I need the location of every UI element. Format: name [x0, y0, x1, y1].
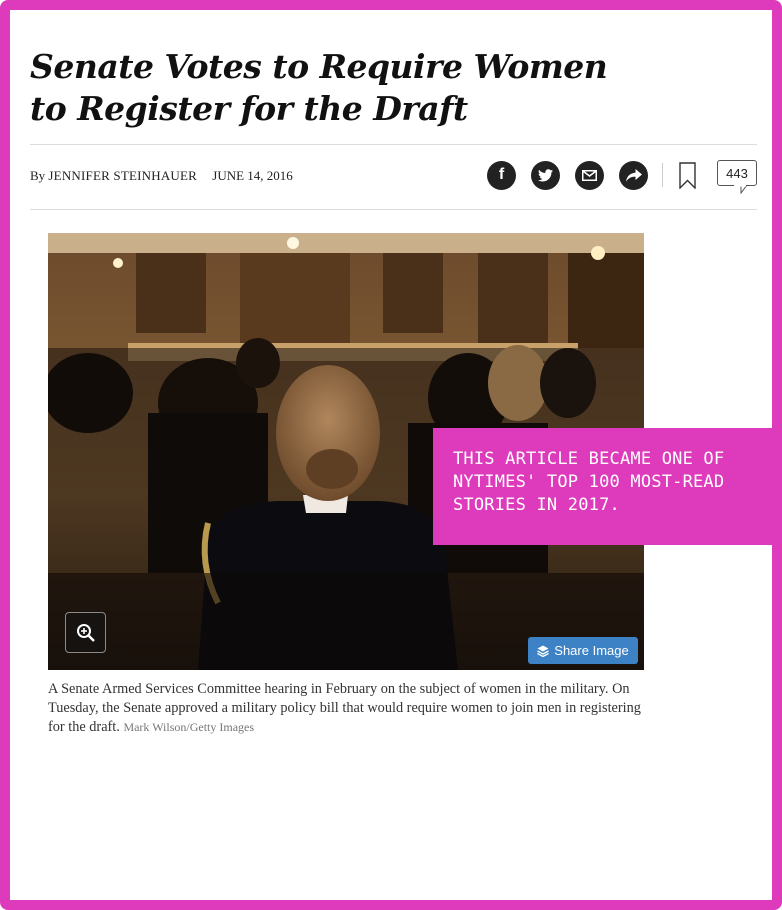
byline: By JENNIFER STEINHAUER JUNE 14, 2016 — [30, 168, 293, 184]
byline-divider — [30, 209, 757, 210]
comment-count: 443 — [726, 165, 748, 181]
toolbar-separator — [662, 163, 663, 187]
layers-icon — [537, 645, 550, 657]
share-image-label: Share Image — [554, 643, 629, 658]
facebook-glyph: f — [498, 166, 505, 183]
twitter-icon[interactable] — [531, 160, 560, 190]
byline-prefix: By — [30, 168, 46, 183]
article-headline: Senate Votes to Require Women to Registe… — [30, 47, 608, 128]
facebook-icon[interactable]: f — [487, 160, 516, 190]
publish-date: JUNE 14, 2016 — [212, 168, 293, 183]
author-link[interactable]: JENNIFER STEINHAUER — [48, 168, 197, 183]
callout-box: THIS ARTICLE BECAME ONE OF NYTIMES' TOP … — [433, 428, 782, 545]
comment-icon — [733, 185, 747, 194]
photo-credit: Mark Wilson/Getty Images — [123, 720, 255, 734]
share-arrow-icon[interactable] — [619, 160, 648, 190]
comment-count-button[interactable]: 443 — [717, 160, 757, 186]
magnify-icon — [76, 623, 95, 642]
share-image-button[interactable]: Share Image — [528, 637, 638, 664]
bookmark-icon[interactable] — [677, 160, 697, 190]
header-divider — [30, 144, 757, 145]
photo-caption: A Senate Armed Services Committee hearin… — [48, 680, 648, 737]
share-toolbar: f — [487, 160, 697, 190]
zoom-button[interactable] — [65, 612, 106, 653]
email-icon[interactable] — [575, 160, 604, 190]
